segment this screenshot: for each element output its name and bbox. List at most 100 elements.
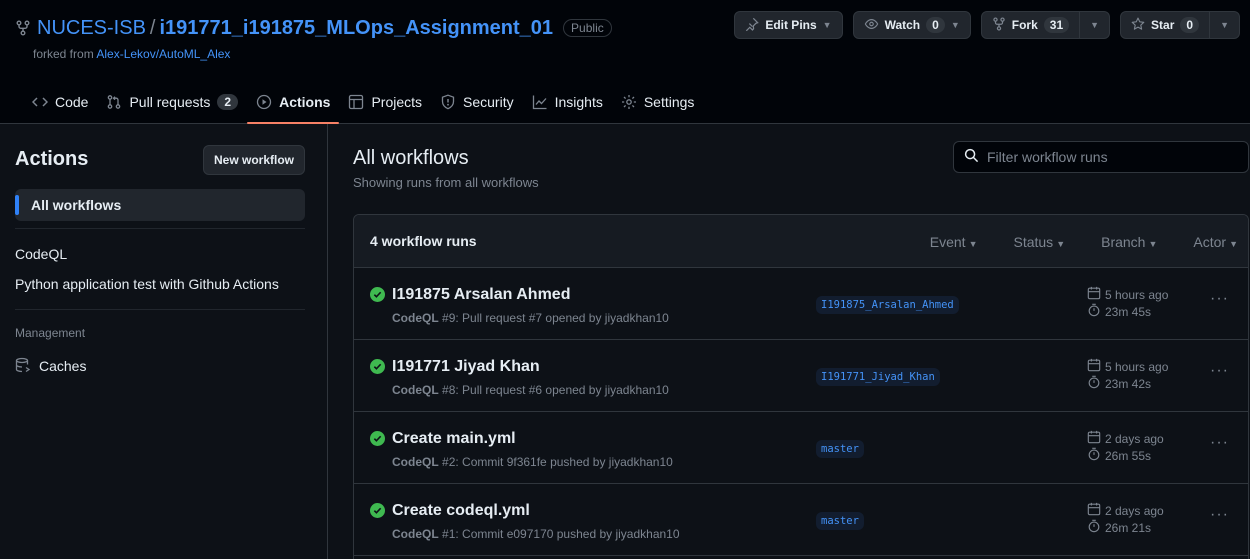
star-icon <box>1131 17 1145 34</box>
runs-count: 4 workflow runs <box>370 233 477 249</box>
chevron-down-icon: ▼ <box>950 20 960 30</box>
workflow-run-row[interactable]: I191875 Arsalan Ahmed CodeQL #9: Pull re… <box>354 268 1248 340</box>
search-icon <box>964 148 979 166</box>
tab-label: Code <box>55 94 89 110</box>
tab-label: Settings <box>643 94 695 110</box>
chevron-down-icon: ▼ <box>1090 20 1100 30</box>
run-duration: 26m 55s <box>1105 448 1152 463</box>
run-workflow-name: CodeQL <box>392 383 439 397</box>
gear-icon <box>621 94 637 110</box>
sidebar-item-caches[interactable]: Caches <box>15 350 305 382</box>
repo-separator: / <box>149 16 156 39</box>
branch-label[interactable]: master <box>816 440 864 458</box>
kebab-horizontal-icon[interactable]: ··· <box>1210 362 1229 380</box>
repo-owner-link[interactable]: NUCES-ISB <box>37 17 146 40</box>
actor-filter-dropdown[interactable]: Actor ▼ <box>1183 234 1248 250</box>
filter-label: Event <box>929 233 966 250</box>
kebab-horizontal-icon[interactable]: ··· <box>1210 506 1229 524</box>
sidebar-item-codeql[interactable]: CodeQL <box>15 238 305 270</box>
fork-label: Fork <box>1011 18 1038 32</box>
management-heading: Management <box>15 326 86 340</box>
run-timing: 5 hours ago 23m 42s <box>1087 358 1168 392</box>
status-filter-dropdown[interactable]: Status ▼ <box>1003 234 1075 250</box>
chevron-down-icon: ▼ <box>1229 238 1238 249</box>
filter-label: Status <box>1013 233 1054 250</box>
workflow-run-row[interactable]: I191771 Jiyad Khan CodeQL #8: Pull reque… <box>354 340 1248 412</box>
fork-button[interactable]: Fork 31 <box>980 11 1081 39</box>
tab-actions[interactable]: Actions <box>247 84 340 124</box>
run-timing: 5 hours ago 23m 45s <box>1087 286 1168 320</box>
calendar-icon <box>1087 286 1101 303</box>
page-subtitle: Showing runs from all workflows <box>353 175 539 190</box>
stopwatch-icon <box>1087 447 1101 464</box>
stopwatch-icon <box>1087 375 1101 392</box>
run-title-link[interactable]: Create main.yml <box>392 430 516 448</box>
chevron-down-icon: ▼ <box>968 238 978 249</box>
filter-workflow-runs-input[interactable]: Filter workflow runs <box>953 141 1249 173</box>
forked-source-link[interactable]: Alex-Lekov/AutoML_Alex <box>96 47 230 61</box>
sidebar-item-python-app-test[interactable]: Python application test with Github Acti… <box>15 268 305 300</box>
branch-label[interactable]: master <box>816 512 864 530</box>
page-title: All workflows <box>353 147 469 169</box>
chevron-down-icon: ▼ <box>1056 238 1066 249</box>
check-circle-icon <box>370 503 385 518</box>
check-circle-icon <box>370 431 385 446</box>
tab-pull-requests[interactable]: Pull requests 2 <box>97 84 247 120</box>
run-title-link[interactable]: I191771 Jiyad Khan <box>392 358 540 376</box>
star-button[interactable]: Star 0 <box>1120 11 1211 39</box>
git-pull-request-icon <box>106 94 122 110</box>
event-filter-dropdown[interactable]: Event ▼ <box>920 234 988 250</box>
sidebar-divider <box>15 228 305 229</box>
kebab-horizontal-icon[interactable]: ··· <box>1210 290 1229 308</box>
tab-settings[interactable]: Settings <box>612 84 704 120</box>
run-meta: CodeQL #9: Pull request #7 opened by jiy… <box>392 311 669 325</box>
calendar-icon <box>1087 502 1101 519</box>
branch-label[interactable]: I191875_Arsalan_Ahmed <box>816 296 959 314</box>
chevron-down-icon: ▼ <box>1220 20 1229 30</box>
star-dropdown-button[interactable]: ▼ <box>1210 11 1240 39</box>
calendar-icon <box>1087 430 1101 447</box>
eye-icon <box>864 17 879 34</box>
sidebar-item-all-workflows[interactable]: All workflows <box>15 189 305 221</box>
tab-insights[interactable]: Insights <box>523 84 612 120</box>
run-time: 5 hours ago <box>1105 359 1169 374</box>
watch-button[interactable]: Watch 0 ▼ <box>852 11 971 39</box>
run-title-link[interactable]: I191875 Arsalan Ahmed <box>392 286 570 304</box>
repo-name-link[interactable]: i191771_i191875_MLOps_Assignment_01 <box>159 17 553 40</box>
workflow-run-row[interactable]: Create codeql.yml CodeQL #1: Commit e097… <box>354 484 1248 556</box>
tab-label: Pull requests <box>129 94 211 110</box>
tab-label: Actions <box>279 94 331 110</box>
edit-pins-button[interactable]: Edit Pins ▼ <box>734 11 843 39</box>
branch-filter-dropdown[interactable]: Branch ▼ <box>1091 234 1167 250</box>
graph-icon <box>532 94 548 110</box>
repo-header: NUCES-ISB / i191771_i191875_MLOps_Assign… <box>0 0 1250 124</box>
tab-label: Insights <box>554 94 603 110</box>
fork-dropdown-button[interactable]: ▼ <box>1080 11 1111 39</box>
branch-label[interactable]: I191771_Jiyad_Khan <box>816 368 940 386</box>
tab-label: Projects <box>371 94 423 110</box>
new-workflow-button[interactable]: New workflow <box>203 145 305 175</box>
stopwatch-icon <box>1087 303 1101 320</box>
edit-pins-label: Edit Pins <box>765 18 817 32</box>
tab-code[interactable]: Code <box>23 84 97 120</box>
pull-requests-count: 2 <box>217 94 239 110</box>
kebab-horizontal-icon[interactable]: ··· <box>1210 434 1229 452</box>
run-title-link[interactable]: Create codeql.yml <box>392 502 530 520</box>
fork-count: 31 <box>1043 17 1070 33</box>
table-icon <box>348 94 364 110</box>
run-time: 2 days ago <box>1105 431 1164 446</box>
fork-button-group: Fork 31 ▼ <box>980 11 1111 39</box>
run-timing: 2 days ago 26m 55s <box>1087 430 1164 464</box>
run-workflow-name: CodeQL <box>392 455 439 469</box>
star-button-group: Star 0 ▼ <box>1120 11 1240 39</box>
watch-count: 0 <box>926 17 945 33</box>
tab-security[interactable]: Security <box>431 84 523 120</box>
stopwatch-icon <box>1087 519 1101 536</box>
run-time: 2 days ago <box>1105 503 1164 518</box>
repo-nav: Code Pull requests 2 Actions Projects Se… <box>23 84 703 124</box>
run-description: #2: Commit 9f361fe pushed by jiyadkhan10 <box>442 455 673 469</box>
caches-label: Caches <box>39 358 87 374</box>
tab-projects[interactable]: Projects <box>339 84 431 120</box>
play-icon <box>256 94 272 110</box>
workflow-run-row[interactable]: Create main.yml CodeQL #2: Commit 9f361f… <box>354 412 1248 484</box>
